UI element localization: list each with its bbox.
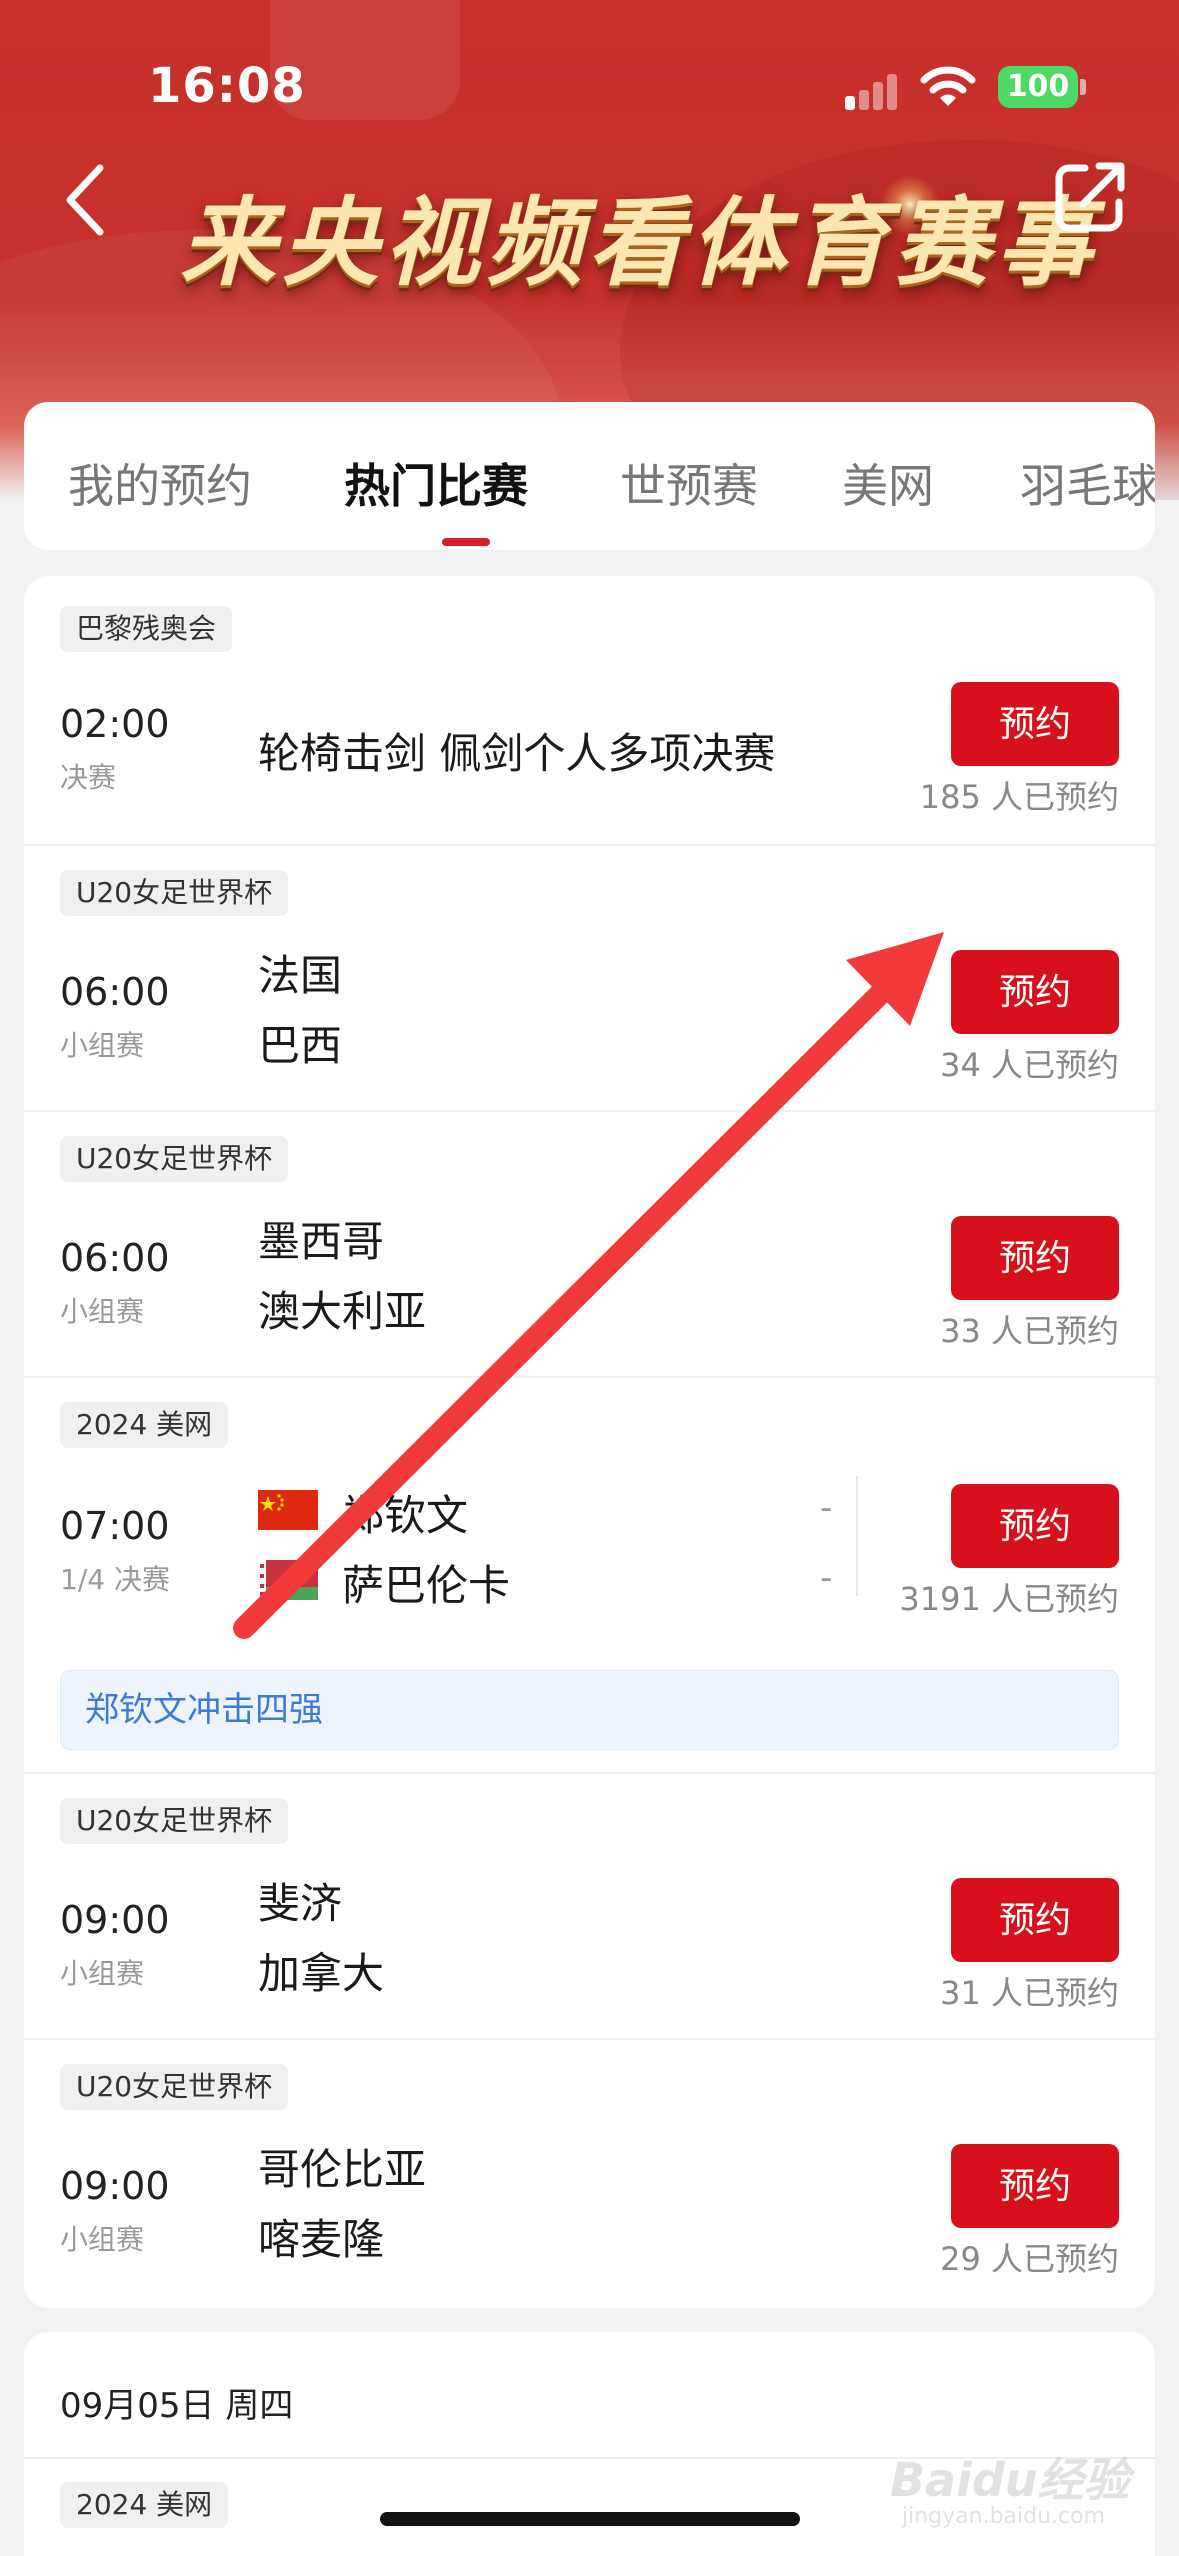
score-separator bbox=[856, 1476, 858, 1596]
booking-count: 31 人已预约 bbox=[940, 1974, 1119, 2012]
belarus-flag-icon bbox=[258, 1560, 318, 1600]
team-home: 郑钦文 bbox=[342, 1491, 469, 1540]
match-time: 06:00 bbox=[60, 970, 170, 1014]
match-stage: 决赛 bbox=[60, 761, 117, 794]
match-stage: 小组赛 bbox=[60, 1957, 145, 1990]
category-tabs: 我的预约 热门比赛 世预赛 美网 羽毛球 bbox=[24, 402, 1155, 550]
score-away: - bbox=[820, 1558, 833, 1598]
match-item[interactable]: U20女足世界杯 09:00 小组赛 斐济 加拿大 预约 31 人已预约 bbox=[24, 1774, 1155, 2040]
tab-world-cup-qualifiers[interactable]: 世预赛 bbox=[620, 450, 758, 516]
team-away: 萨巴伦卡 bbox=[342, 1561, 511, 1610]
watermark-logo: Baidu经验 jingyan.baidu.com bbox=[890, 2430, 1150, 2540]
team-away: 加拿大 bbox=[258, 1949, 385, 1998]
match-item[interactable]: U20女足世界杯 09:00 小组赛 哥伦比亚 喀麦隆 预约 29 人已预约 bbox=[24, 2040, 1155, 2308]
match-time: 06:00 bbox=[60, 1236, 170, 1280]
team-home: 斐济 bbox=[258, 1879, 343, 1928]
team-home: 法国 bbox=[258, 951, 343, 1000]
match-time: 09:00 bbox=[60, 1898, 170, 1942]
watermark-url: jingyan.baidu.com bbox=[902, 2504, 1106, 2529]
tab-badminton[interactable]: 羽毛球 bbox=[1020, 450, 1155, 516]
match-title: 轮椅击剑 佩剑个人多项决赛 bbox=[258, 729, 776, 778]
tab-us-open[interactable]: 美网 bbox=[842, 450, 934, 516]
match-stage: 小组赛 bbox=[60, 1295, 145, 1328]
match-time: 07:00 bbox=[60, 1504, 170, 1548]
booking-count: 185 人已预约 bbox=[919, 778, 1119, 816]
match-item[interactable]: 2024 美网 07:00 1/4 决赛 郑钦文 - 萨巴伦卡 - 预约 319… bbox=[24, 1378, 1155, 1774]
active-tab-indicator bbox=[442, 538, 490, 546]
date-header: 09月05日 周四 bbox=[60, 2386, 294, 2426]
booking-count: 33 人已预约 bbox=[940, 1312, 1119, 1350]
book-button[interactable]: 预约 bbox=[951, 1484, 1119, 1568]
match-item[interactable]: 巴黎残奥会 02:00 决赛 轮椅击剑 佩剑个人多项决赛 预约 185 人已预约 bbox=[24, 576, 1155, 846]
competition-tag: U20女足世界杯 bbox=[60, 870, 289, 916]
share-icon[interactable] bbox=[1055, 160, 1125, 232]
match-item[interactable]: U20女足世界杯 06:00 小组赛 墨西哥 澳大利亚 预约 33 人已预约 bbox=[24, 1112, 1155, 1378]
battery-tip bbox=[1080, 79, 1086, 95]
status-time: 16:08 bbox=[148, 58, 306, 114]
back-chevron-icon[interactable] bbox=[60, 160, 110, 240]
team-away: 澳大利亚 bbox=[258, 1287, 427, 1336]
booking-count: 29 人已预约 bbox=[940, 2240, 1119, 2278]
match-stage: 小组赛 bbox=[60, 2223, 145, 2256]
wifi-icon bbox=[920, 66, 976, 106]
banner-title: 来央视频看体育赛事 bbox=[180, 186, 1098, 299]
match-list: 巴黎残奥会 02:00 决赛 轮椅击剑 佩剑个人多项决赛 预约 185 人已预约… bbox=[24, 576, 1155, 2308]
book-button[interactable]: 预约 bbox=[951, 1216, 1119, 1300]
tab-my-bookings[interactable]: 我的预约 bbox=[68, 450, 252, 516]
score-home: - bbox=[820, 1488, 833, 1528]
team-home: 墨西哥 bbox=[258, 1217, 385, 1266]
tab-hot-matches[interactable]: 热门比赛 bbox=[344, 450, 528, 516]
team-away: 喀麦隆 bbox=[258, 2215, 385, 2264]
team-away: 巴西 bbox=[258, 1021, 343, 1070]
competition-tag: U20女足世界杯 bbox=[60, 1798, 289, 1844]
battery-indicator: 100 bbox=[998, 66, 1078, 108]
competition-tag: U20女足世界杯 bbox=[60, 1136, 289, 1182]
book-button[interactable]: 预约 bbox=[951, 2144, 1119, 2228]
match-time: 02:00 bbox=[60, 702, 170, 746]
watermark-text: Baidu经验 bbox=[890, 2453, 1130, 2507]
competition-tag: 巴黎残奥会 bbox=[60, 606, 233, 652]
match-time: 09:00 bbox=[60, 2164, 170, 2208]
booking-count: 3191 人已预约 bbox=[899, 1580, 1119, 1618]
match-stage: 小组赛 bbox=[60, 1029, 145, 1062]
booking-count: 34 人已预约 bbox=[940, 1046, 1119, 1084]
match-item[interactable]: U20女足世界杯 06:00 小组赛 法国 巴西 预约 34 人已预约 bbox=[24, 846, 1155, 1112]
book-button[interactable]: 预约 bbox=[951, 1878, 1119, 1962]
competition-tag: U20女足世界杯 bbox=[60, 2064, 289, 2110]
book-button[interactable]: 预约 bbox=[951, 682, 1119, 766]
book-button[interactable]: 预约 bbox=[951, 950, 1119, 1034]
home-indicator[interactable] bbox=[380, 2512, 800, 2526]
signal-icon bbox=[845, 70, 905, 110]
competition-tag: 2024 美网 bbox=[60, 2482, 229, 2528]
match-highlight-note[interactable]: 郑钦文冲击四强 bbox=[60, 1670, 1119, 1750]
competition-tag: 2024 美网 bbox=[60, 1402, 229, 1448]
match-stage: 1/4 决赛 bbox=[60, 1563, 170, 1596]
team-home: 哥伦比亚 bbox=[258, 2145, 427, 2194]
china-flag-icon bbox=[258, 1490, 318, 1530]
